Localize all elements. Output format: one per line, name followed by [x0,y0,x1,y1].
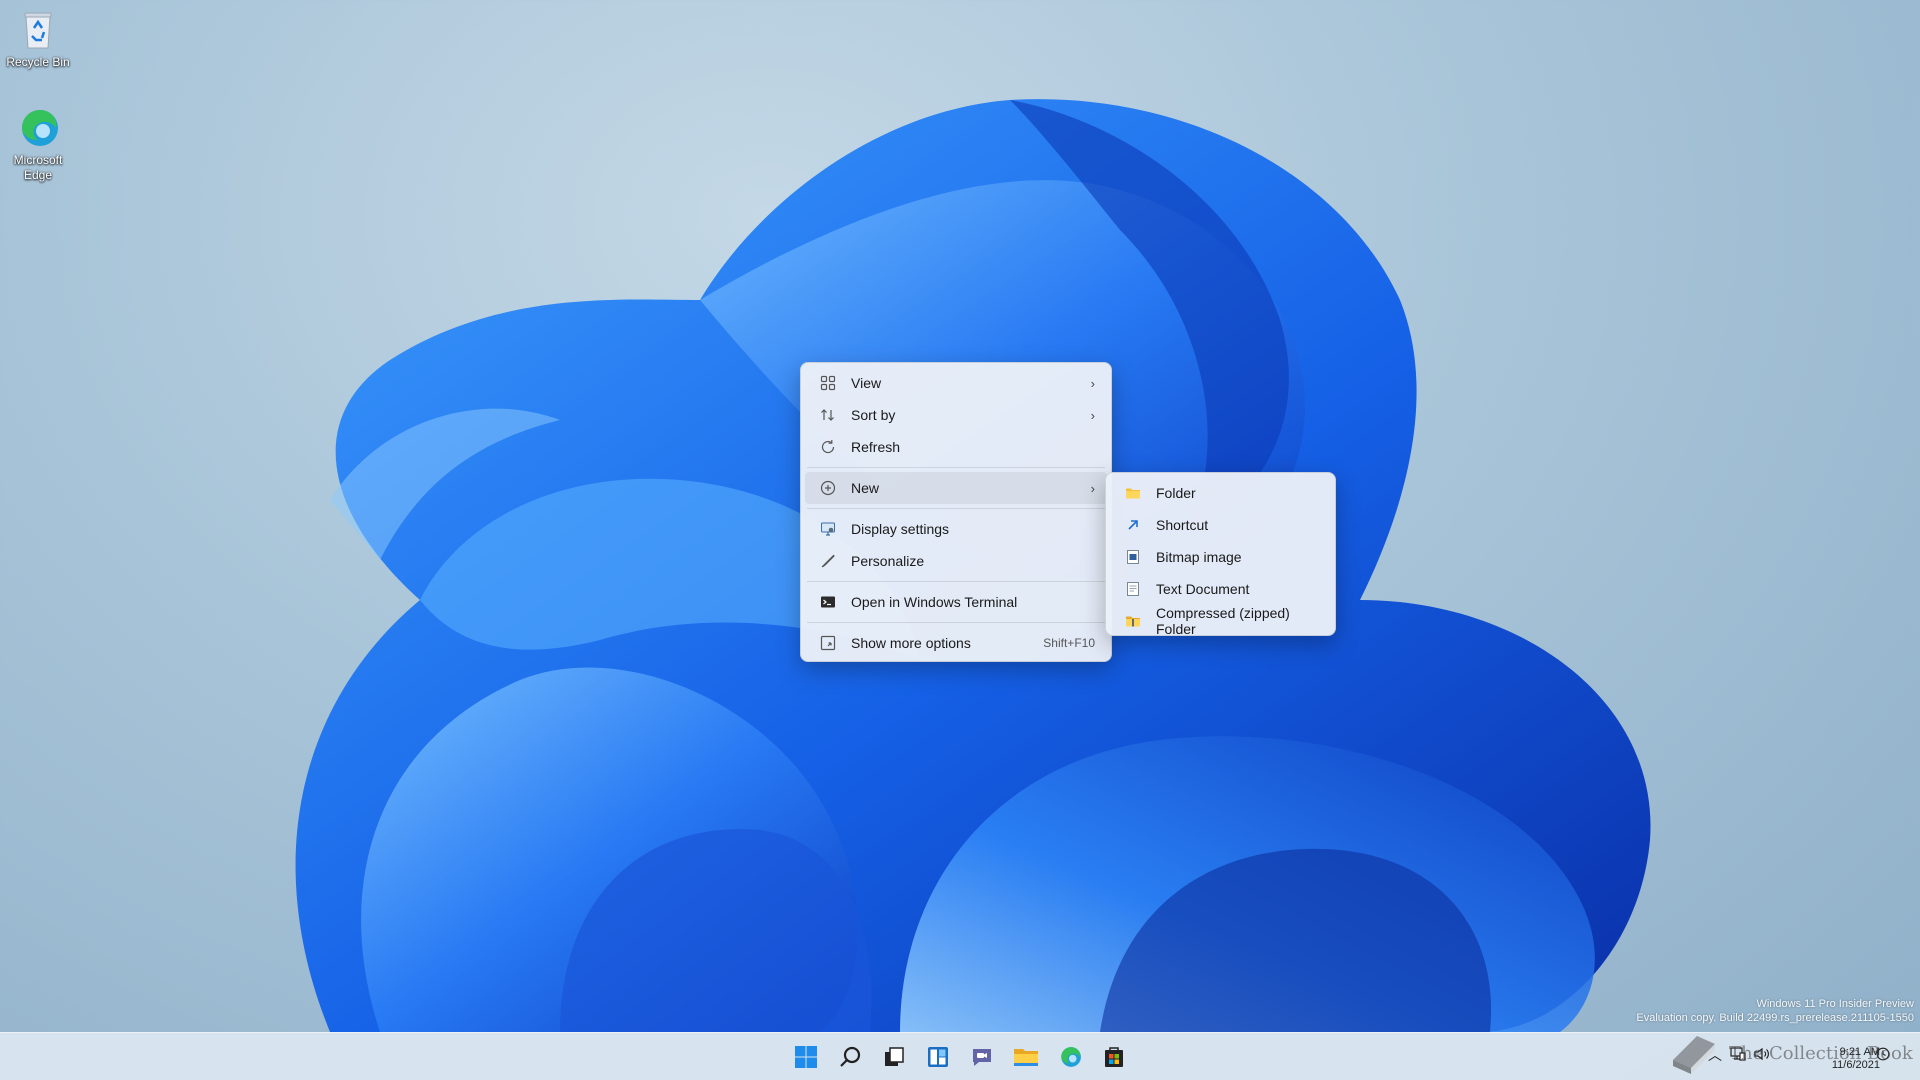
submenu-item-shortcut[interactable]: Shortcut [1110,509,1331,541]
shortcut-text: Shift+F10 [1043,636,1095,650]
submenu-item-label: Compressed (zipped) Folder [1156,605,1290,637]
book-icon [1673,1036,1715,1074]
store-icon[interactable] [1098,1041,1130,1073]
submenu-item-folder[interactable]: Folder [1110,477,1331,509]
start-icon[interactable] [790,1041,822,1073]
menu-item-display-settings[interactable]: Display settings [805,513,1107,545]
folder-icon [1124,484,1142,502]
taskbar-apps [790,1041,1130,1073]
menu-item-label: Open in Windows Terminal [851,594,1018,610]
more-options-icon [819,634,837,652]
brush-icon [819,552,837,570]
submenu-item-text-document[interactable]: Text Document [1110,573,1331,605]
submenu-item-label: Bitmap image [1156,549,1242,565]
menu-item-open-terminal[interactable]: Open in Windows Terminal [805,586,1107,618]
menu-item-label: New [851,480,880,496]
menu-separator [807,581,1105,582]
menu-separator [807,467,1105,468]
menu-item-label: Refresh [851,439,901,455]
refresh-icon [819,438,837,456]
submenu-item-label: Shortcut [1156,517,1209,533]
desktop-icon-edge[interactable]: Microsoft Edge [0,106,76,183]
chevron-right-icon: › [1090,407,1095,423]
brand-watermark: The Collection Book [1667,1030,1913,1076]
menu-separator [807,622,1105,623]
task-view-icon[interactable] [878,1041,910,1073]
submenu-item-label: Folder [1156,485,1196,501]
evaluation-watermark: Windows 11 Pro Insider Preview Evaluatio… [1636,997,1914,1025]
menu-item-show-more-options[interactable]: Show more options Shift+F10 [805,627,1107,659]
desktop-context-menu: View › Sort by › Refresh New › Display s… [800,362,1112,662]
grid-view-icon [819,374,837,392]
menu-item-label: View [851,375,882,391]
text-document-icon [1124,580,1142,598]
shortcut-icon [1124,516,1142,534]
chevron-right-icon: › [1090,480,1095,496]
plus-circle-icon [819,479,837,497]
menu-item-label: Show more options [851,635,971,651]
display-icon [819,520,837,538]
menu-item-label: Personalize [851,553,925,569]
bitmap-icon [1124,548,1142,566]
edge-icon [16,106,60,150]
desktop-icon-label: Recycle Bin [6,55,70,69]
watermark-line-1: Windows 11 Pro Insider Preview [1756,998,1914,1010]
submenu-item-label: Text Document [1156,581,1250,597]
submenu-item-bitmap-image[interactable]: Bitmap image [1110,541,1331,573]
menu-item-personalize[interactable]: Personalize [805,545,1107,577]
brand-text: The Collection Book [1729,1042,1913,1064]
chat-icon[interactable] [966,1041,998,1073]
watermark-line-2: Evaluation copy. Build 22499.rs_prerelea… [1636,1012,1914,1024]
widgets-icon[interactable] [922,1041,954,1073]
menu-item-sort-by[interactable]: Sort by › [805,399,1107,431]
new-submenu: Folder Shortcut Bitmap image Text Docume… [1105,472,1336,637]
menu-item-label: Display settings [851,521,950,537]
menu-item-new[interactable]: New › [805,472,1107,504]
sort-icon [819,406,837,424]
desktop-icon-label: Microsoft Edge [13,153,63,182]
edge-icon[interactable] [1054,1041,1086,1073]
submenu-item-compressed-folder[interactable]: Compressed (zipped) Folder [1110,605,1331,637]
menu-item-label: Sort by [851,407,896,423]
menu-item-refresh[interactable]: Refresh [805,431,1107,463]
search-icon[interactable] [834,1041,866,1073]
menu-item-view[interactable]: View › [805,367,1107,399]
chevron-right-icon: › [1090,375,1095,391]
menu-separator [807,508,1105,509]
terminal-icon [819,593,837,611]
file-explorer-icon[interactable] [1010,1041,1042,1073]
desktop-icon-recycle-bin[interactable]: Recycle Bin [0,8,76,70]
taskbar: ︿ [0,1032,1920,1080]
zip-folder-icon [1124,612,1142,630]
recycle-bin-icon [16,8,60,52]
